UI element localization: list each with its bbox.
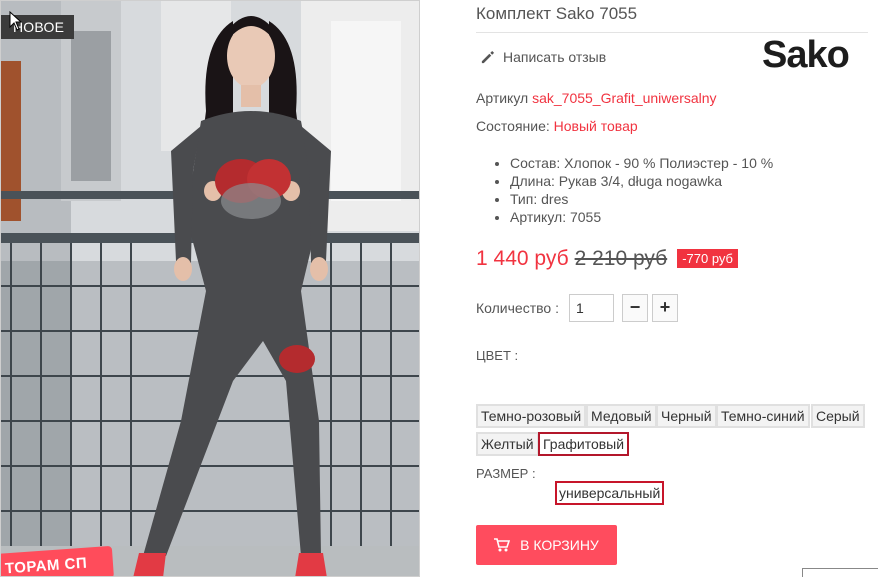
feature-item: Длина: Рукав 3/4, długa nogawka [510,172,773,190]
color-option[interactable]: Темно-розовый [476,404,587,428]
quantity-input[interactable] [568,294,614,322]
product-image [1,1,419,576]
current-price: 1 440 руб [476,247,569,270]
cursor-icon [9,11,23,31]
condition-label: Состояние: [476,118,550,134]
quantity-row: Количество : − + [476,294,678,322]
color-option[interactable]: Медовый [586,404,657,428]
feature-item: Артикул: 7055 [510,208,773,226]
feature-item: Состав: Хлопок - 90 % Полиэстер - 10 % [510,154,773,172]
condition-row: Состояние: Новый товар [476,118,638,134]
sku-label: Артикул [476,90,529,106]
write-review-label: Написать отзыв [503,49,607,65]
color-label: ЦВЕТ : [476,348,519,363]
quantity-minus-button[interactable]: − [621,294,648,322]
pencil-icon [481,50,495,63]
add-to-cart-button[interactable]: В КОРЗИНУ [476,525,617,565]
write-review-link[interactable]: Написать отзыв [480,49,606,65]
product-title: Комплект Sako 7055 [476,4,868,33]
color-option[interactable]: Черный [656,404,717,428]
condition-value: Новый товар [553,118,638,134]
quantity-plus-button[interactable]: + [651,294,678,322]
scroll-widget[interactable] [802,568,878,577]
color-option[interactable]: Желтый [476,432,539,456]
features-list: Состав: Хлопок - 90 % Полиэстер - 10 % Д… [494,154,773,226]
price-row: 1 440 руб 2 210 руб -770 руб [476,247,738,271]
brand-logo[interactable]: Sako [762,36,850,74]
color-option[interactable]: Серый [811,404,865,428]
quantity-label: Количество : [476,300,559,316]
feature-item: Тип: dres [510,190,773,208]
sku-value[interactable]: sak_7055_Grafit_uniwersalny [532,90,716,106]
sku-row: Артикул sak_7055_Grafit_uniwersalny [476,90,717,106]
cart-icon [494,538,511,552]
product-photo[interactable]: НОВОЕ ТОРАМ СП [0,0,420,577]
size-option[interactable]: универсальный [555,481,665,505]
discount-badge: -770 руб [677,249,738,268]
add-to-cart-label: В КОРЗИНУ [520,537,599,553]
old-price: 2 210 руб [574,247,668,270]
size-label: РАЗМЕР : [476,466,536,481]
color-option-selected[interactable]: Графитовый [538,432,630,456]
color-option[interactable]: Темно-синий [716,404,810,428]
